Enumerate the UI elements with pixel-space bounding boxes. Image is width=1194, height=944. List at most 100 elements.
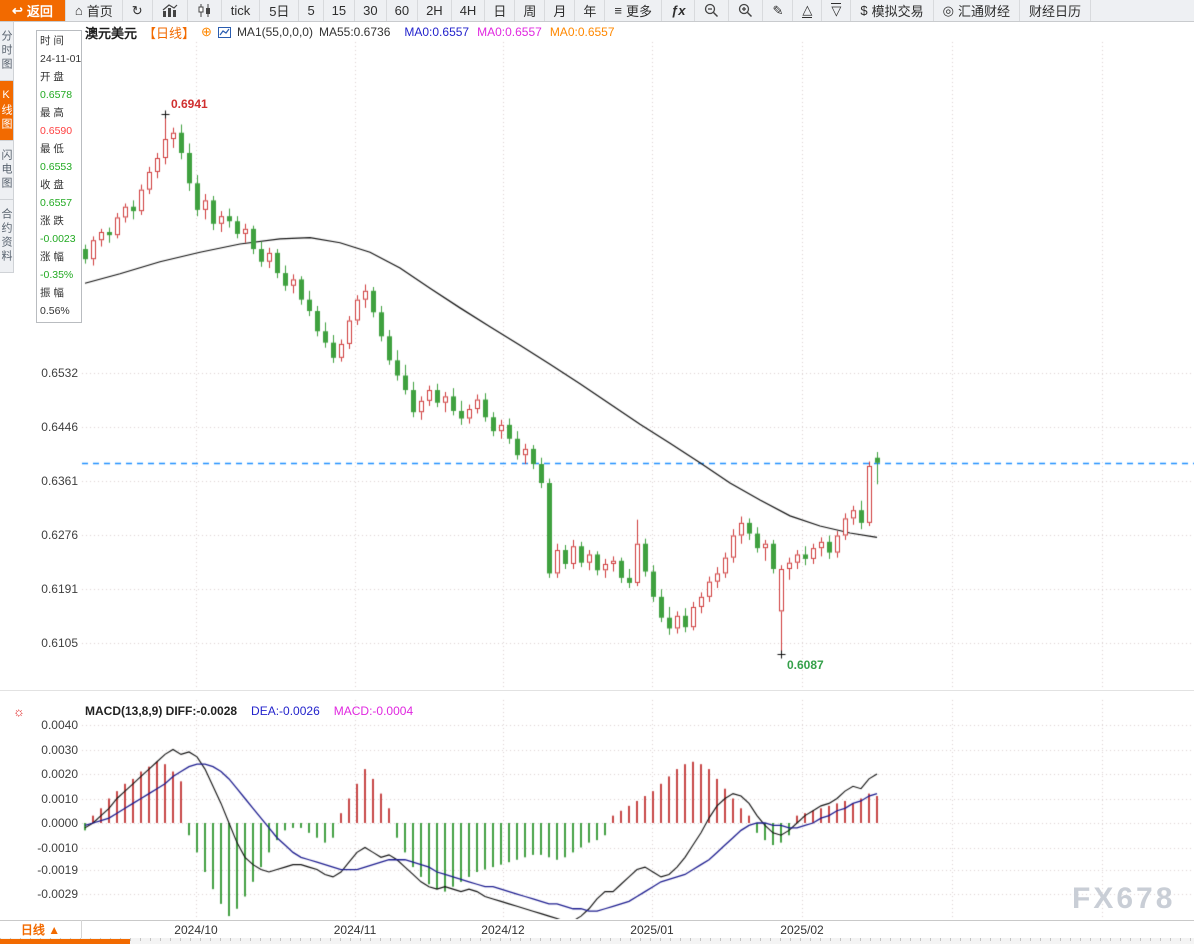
info-value: 0.6557 xyxy=(40,194,78,212)
period-year-button[interactable]: 年 xyxy=(575,0,605,21)
calendar-button[interactable]: 财经日历 xyxy=(1020,0,1091,21)
price-tick-label: 0.6361 xyxy=(8,474,78,488)
info-label: 开 盘 xyxy=(40,68,78,86)
back-icon: ↩ xyxy=(12,4,23,17)
period-5d-button[interactable]: 5日 xyxy=(260,0,299,21)
toolbar: ↩ 返回 ⌂首页↻ tick 5日 5 15 30 60 2H 4H 日周月年 ≡更多 ƒx ✎ △ ▽ $ 模拟交… xyxy=(0,0,1194,22)
refresh-button[interactable]: ↻ xyxy=(123,0,153,21)
period-15-label: 15 xyxy=(332,3,346,18)
info-label: 收 盘 xyxy=(40,176,78,194)
triangle-up-button[interactable]: △ xyxy=(793,0,822,21)
huitong-button[interactable]: ◎汇通财经 xyxy=(934,0,1020,21)
triangle-up-icon: △ xyxy=(802,3,812,18)
macd-tick-label: -0.0019 xyxy=(8,863,78,877)
sim-trade-button[interactable]: $ 模拟交易 xyxy=(851,0,933,21)
add-indicator-icon[interactable]: ⊕ xyxy=(201,24,212,40)
ohlc-info-panel: 时 间24-11-01开 盘0.6578最 高0.6590最 低0.6553收 … xyxy=(36,30,82,323)
period-day-button[interactable]: 日 xyxy=(485,0,515,21)
indicator-settings-icon[interactable]: ☼ xyxy=(13,704,25,719)
macd-tick-label: -0.0029 xyxy=(8,887,78,901)
tick-label: tick xyxy=(231,3,251,18)
info-label: 涨 跌 xyxy=(40,212,78,230)
period-month-label: 月 xyxy=(553,1,566,20)
zoom-in-button[interactable] xyxy=(729,0,763,21)
tick-button[interactable]: tick xyxy=(222,0,261,21)
home-button[interactable]: ⌂首页 xyxy=(66,0,123,21)
watermark: FX678 xyxy=(1072,882,1175,916)
more-button[interactable]: ≡更多 xyxy=(605,0,662,21)
date-tick-label: 2025/02 xyxy=(780,923,823,937)
price-tick-label: 0.6191 xyxy=(8,582,78,596)
macd-tick-label: 0.0040 xyxy=(8,718,78,732)
ma0-value-label: MA0:0.6557 xyxy=(550,25,615,39)
triangle-down-icon: ▽ xyxy=(831,3,841,18)
fx-button[interactable]: ƒx xyxy=(662,0,695,21)
date-tick-label: 2024/10 xyxy=(174,923,217,937)
period-2h-label: 2H xyxy=(426,3,443,18)
period-30-label: 30 xyxy=(363,3,377,18)
period-4h-button[interactable]: 4H xyxy=(452,0,486,21)
sidebar-tab-time-chart[interactable]: 分时图 xyxy=(0,22,14,81)
info-label: 最 高 xyxy=(40,104,78,122)
macd-diff-label: MACD(13,8,9) DIFF:-0.0028 xyxy=(85,704,237,718)
period-5-label: 5 xyxy=(307,3,314,18)
more-icon: ≡ xyxy=(614,4,622,17)
symbol-title: 澳元美元 xyxy=(85,23,137,42)
sidebar-tab-contract-info[interactable]: 合约资料 xyxy=(0,200,14,273)
candlestick-chart-canvas[interactable] xyxy=(0,0,1194,944)
date-tick-label: 2024/11 xyxy=(334,923,377,937)
macd-header: MACD(13,8,9) DIFF:-0.0028 DEA:-0.0026 MA… xyxy=(85,704,413,718)
info-value: 0.6553 xyxy=(40,158,78,176)
period-60-button[interactable]: 60 xyxy=(387,0,418,21)
macd-tick-label: 0.0030 xyxy=(8,743,78,757)
period-week-button[interactable]: 周 xyxy=(515,0,545,21)
info-label: 振 幅 xyxy=(40,284,78,302)
macd-value-label: MACD:-0.0004 xyxy=(334,704,413,718)
draw-icon: ✎ xyxy=(772,4,783,17)
period-15-button[interactable]: 15 xyxy=(324,0,355,21)
mini-chart-icon[interactable] xyxy=(218,27,231,38)
period-day-label: 日 xyxy=(493,1,506,20)
high-price-annotation: 0.6941 xyxy=(171,97,208,111)
scrollbar-thumb[interactable] xyxy=(0,939,130,944)
sim-trade-label: 模拟交易 xyxy=(872,1,924,20)
home-icon: ⌂ xyxy=(75,4,83,17)
back-label: 返回 xyxy=(27,1,53,20)
period-5d-label: 5日 xyxy=(269,1,289,20)
app-window: ↩ 返回 ⌂首页↻ tick 5日 5 15 30 60 2H 4H 日周月年 ≡更多 ƒx ✎ △ ▽ $ 模拟交… xyxy=(0,0,1194,944)
main-chart-header: 澳元美元 【日线】 ⊕ MA1(55,0,0,0) MA55:0.6736 MA… xyxy=(85,24,615,40)
info-label: 涨 幅 xyxy=(40,248,78,266)
triangle-down-button[interactable]: ▽ xyxy=(822,0,851,21)
ma55-value-label: MA55:0.6736 xyxy=(319,25,390,39)
candlestick-button[interactable] xyxy=(188,0,222,21)
zoom-out-button[interactable] xyxy=(695,0,729,21)
price-tick-label: 0.6532 xyxy=(8,366,78,380)
info-value: 0.56% xyxy=(40,302,78,320)
macd-tick-label: -0.0010 xyxy=(8,841,78,855)
draw-button[interactable]: ✎ xyxy=(763,0,793,21)
period-indicator[interactable]: 日线 ▲ xyxy=(0,920,82,938)
huitong-icon: ◎ xyxy=(943,4,954,17)
sim-trade-icon: $ xyxy=(860,4,867,17)
period-tag: 【日线】 xyxy=(143,23,195,42)
bottom-scrollbar[interactable] xyxy=(0,938,1194,944)
sidebar-tab-kline-chart[interactable]: K线图 xyxy=(0,81,14,141)
period-month-button[interactable]: 月 xyxy=(545,0,575,21)
pane-divider xyxy=(0,690,1194,691)
fx-icon: ƒx xyxy=(671,4,685,17)
info-value: -0.35% xyxy=(40,266,78,284)
info-value: 24-11-01 xyxy=(40,50,78,68)
bar-chart-button[interactable] xyxy=(153,0,188,21)
ma0-value-label: MA0:0.6557 xyxy=(477,25,542,39)
period-5-button[interactable]: 5 xyxy=(299,0,323,21)
period-2h-button[interactable]: 2H xyxy=(418,0,452,21)
period-30-button[interactable]: 30 xyxy=(355,0,386,21)
ma0-labels: MA0:0.6557MA0:0.6557MA0:0.6557 xyxy=(396,25,614,39)
period-4h-label: 4H xyxy=(460,3,477,18)
low-price-annotation: 0.6087 xyxy=(787,658,824,672)
sidebar-tab-flash-chart[interactable]: 闪电图 xyxy=(0,141,14,200)
macd-tick-label: 0.0000 xyxy=(8,816,78,830)
candlestick-icon xyxy=(197,4,212,17)
back-button[interactable]: ↩ 返回 xyxy=(0,0,66,21)
period-year-label: 年 xyxy=(583,1,596,20)
